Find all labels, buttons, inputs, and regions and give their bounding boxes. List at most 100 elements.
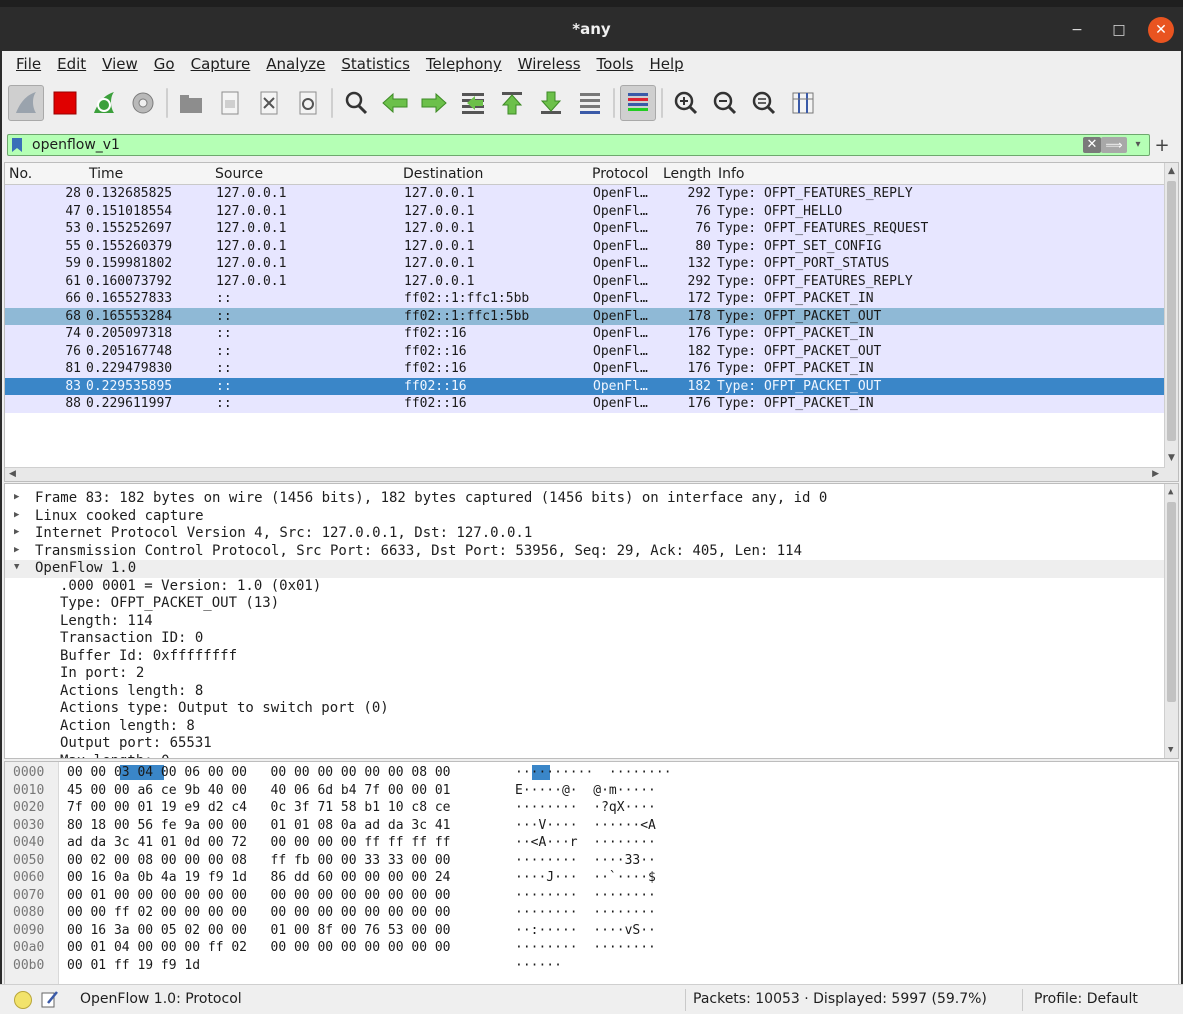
byte-row[interactable]: 0070 00 01 00 00 00 00 00 00 00 00 00 00 …: [5, 888, 705, 906]
byte-row[interactable]: 0080 00 00 ff 02 00 00 00 00 00 00 00 00 …: [5, 905, 705, 923]
resize-columns-icon[interactable]: [785, 85, 821, 121]
detail-tree-item[interactable]: ▶ Internet Protocol Version 4, Src: 127.0…: [5, 525, 1165, 543]
maximize-button[interactable]: □: [1106, 17, 1132, 43]
packet-row[interactable]: 74 0.205097318:: ff02::16 OpenFl… 176 Type: O…: [5, 325, 1165, 343]
detail-field[interactable]: Buffer Id: 0xffffffff: [5, 648, 1165, 666]
packet-row[interactable]: 88 0.229611997:: ff02::16 OpenFl… 176 Type: O…: [5, 395, 1165, 413]
colorize-icon[interactable]: [620, 85, 656, 121]
details-scrollbar[interactable]: ▲ ▼: [1164, 484, 1178, 758]
detail-tree-item[interactable]: ▶ Linux cooked capture: [5, 508, 1165, 526]
expanded-arrow-icon[interactable]: ▼: [14, 562, 19, 572]
menu-tools[interactable]: Tools: [589, 55, 642, 73]
save-file-icon[interactable]: [212, 85, 248, 121]
detail-field[interactable]: Transaction ID: 0: [5, 630, 1165, 648]
menu-telephony[interactable]: Telephony: [418, 55, 510, 73]
last-packet-icon[interactable]: [533, 85, 569, 121]
packet-row[interactable]: 83 0.229535895:: ff02::16 OpenFl… 182 Type: O…: [5, 377, 1165, 395]
zoom-reset-icon[interactable]: [746, 85, 782, 121]
clear-filter-icon[interactable]: ✕: [1083, 137, 1101, 153]
back-arrow-icon[interactable]: [377, 85, 413, 121]
detail-tree-item[interactable]: ▶ Transmission Control Protocol, Src Port…: [5, 543, 1165, 561]
packet-row[interactable]: 47 0.151018554 127.0.0.1 127.0.0.1 OpenFl… 76…: [5, 202, 1165, 220]
packet-row[interactable]: 59 0.159981802 127.0.0.1 127.0.0.1 OpenFl… 13…: [5, 255, 1165, 273]
col-length[interactable]: Length: [663, 166, 715, 182]
profile-status[interactable]: Profile: Default: [1034, 991, 1138, 1007]
byte-row[interactable]: 0050 00 02 00 08 00 00 00 08 ff fb 00 00 …: [5, 853, 705, 871]
detail-field[interactable]: .000 0001 = Version: 1.0 (0x01): [5, 578, 1165, 596]
byte-row[interactable]: 00a0 00 01 04 00 00 00 ff 02 00 00 00 00 …: [5, 940, 705, 958]
byte-row[interactable]: 0060 00 16 0a 0b 4a 19 f9 1d 86 dd 60 00 …: [5, 870, 705, 888]
display-filter-input[interactable]: openflow_v1 ✕ ⟹ ▾: [7, 134, 1150, 156]
options-gear-icon[interactable]: [125, 85, 161, 121]
shark-fin-icon[interactable]: [8, 85, 44, 121]
packet-row[interactable]: 61 0.160073792 127.0.0.1 127.0.0.1 OpenFl… 29…: [5, 272, 1165, 290]
detail-field[interactable]: In port: 2: [5, 665, 1165, 683]
menu-go[interactable]: Go: [146, 55, 183, 73]
col-source[interactable]: Source: [215, 166, 263, 182]
close-file-icon[interactable]: [251, 85, 287, 121]
menu-capture[interactable]: Capture: [183, 55, 259, 73]
packet-row[interactable]: 76 0.205167748:: ff02::16 OpenFl… 182 Type: O…: [5, 342, 1165, 360]
col-destination[interactable]: Destination: [403, 166, 483, 182]
open-folder-icon[interactable]: [173, 85, 209, 121]
packet-row[interactable]: 68 0.165553284:: ff02::1:ffc1:5bb OpenFl… 17…: [5, 307, 1165, 325]
byte-row[interactable]: 0030 80 18 00 56 fe 9a 00 00 01 01 08 0a …: [5, 818, 705, 836]
goto-packet-icon[interactable]: [455, 85, 491, 121]
find-icon[interactable]: [338, 85, 374, 121]
col-protocol[interactable]: Protocol: [592, 166, 648, 182]
detail-field[interactable]: Action length: 8: [5, 718, 1165, 736]
capture-comment-icon[interactable]: [40, 989, 60, 1013]
collapsed-arrow-icon[interactable]: ▶: [14, 545, 19, 555]
zoom-in-icon[interactable]: [668, 85, 704, 121]
zoom-out-icon[interactable]: [707, 85, 743, 121]
collapsed-arrow-icon[interactable]: ▶: [14, 510, 19, 520]
byte-row[interactable]: 0090 00 16 3a 00 05 02 00 00 01 00 8f 00 …: [5, 923, 705, 941]
collapsed-arrow-icon[interactable]: ▶: [14, 492, 19, 502]
menu-statistics[interactable]: Statistics: [333, 55, 418, 73]
apply-filter-icon[interactable]: ⟹: [1101, 137, 1127, 153]
packet-row[interactable]: 28 0.132685825 127.0.0.1 127.0.0.1 OpenFl… 29…: [5, 185, 1165, 203]
detail-field[interactable]: Actions length: 8: [5, 683, 1165, 701]
packet-list-hscrollbar[interactable]: ◀ ▶: [5, 467, 1165, 481]
detail-field[interactable]: Max length: 0: [5, 753, 1165, 759]
menu-file[interactable]: File: [8, 55, 49, 73]
packet-list-scrollbar[interactable]: ▲ ▼: [1164, 163, 1178, 481]
detail-field[interactable]: Actions type: Output to switch port (0): [5, 700, 1165, 718]
forward-arrow-icon[interactable]: [416, 85, 452, 121]
packet-row[interactable]: 81 0.229479830:: ff02::16 OpenFl… 176 Type: O…: [5, 360, 1165, 378]
menu-view[interactable]: View: [94, 55, 146, 73]
first-packet-icon[interactable]: [494, 85, 530, 121]
minimize-button[interactable]: −: [1064, 17, 1090, 43]
detail-field[interactable]: Output port: 65531: [5, 735, 1165, 753]
byte-row[interactable]: 0040 ad da 3c 41 01 0d 00 72 00 00 00 00 …: [5, 835, 705, 853]
autoscroll-icon[interactable]: [572, 85, 608, 121]
restart-icon[interactable]: [86, 85, 122, 121]
reload-icon[interactable]: [290, 85, 326, 121]
collapsed-arrow-icon[interactable]: ▶: [14, 527, 19, 537]
col-time[interactable]: Time: [89, 166, 123, 182]
menu-edit[interactable]: Edit: [49, 55, 94, 73]
col-info[interactable]: Info: [718, 166, 745, 182]
packet-row[interactable]: 53 0.155252697 127.0.0.1 127.0.0.1 OpenFl… 76…: [5, 220, 1165, 238]
menu-analyze[interactable]: Analyze: [258, 55, 333, 73]
detail-tree-item[interactable]: ▼ OpenFlow 1.0: [5, 560, 1165, 578]
byte-row[interactable]: 0020 7f 00 00 01 19 e9 d2 c4 0c 3f 71 58 …: [5, 800, 705, 818]
expert-info-icon[interactable]: [14, 991, 32, 1009]
add-filter-button[interactable]: +: [1150, 135, 1174, 156]
stop-icon[interactable]: [47, 85, 83, 121]
col-no[interactable]: No.: [9, 166, 32, 182]
packet-row[interactable]: 66 0.165527833:: ff02::1:ffc1:5bb OpenFl… 17…: [5, 290, 1165, 308]
details-scroll-thumb[interactable]: [1167, 502, 1176, 702]
detail-field[interactable]: Length: 114: [5, 613, 1165, 631]
packet-row[interactable]: 55 0.155260379 127.0.0.1 127.0.0.1 OpenFl… 80…: [5, 237, 1165, 255]
byte-row[interactable]: 0010 45 00 00 a6 ce 9b 40 00 40 06 6d b4 …: [5, 783, 705, 801]
byte-row[interactable]: 0000 00 00 03 04 00 06 00 00 00 00 00 00 …: [5, 765, 705, 783]
close-button[interactable]: ✕: [1148, 17, 1174, 43]
bookmark-icon[interactable]: [8, 136, 26, 154]
byte-row[interactable]: 00b0 00 01 ff 19 f9 1d ······: [5, 958, 705, 976]
detail-tree-item[interactable]: ▶ Frame 83: 182 bytes on wire (1456 bits)…: [5, 490, 1165, 508]
packet-list-scroll-thumb[interactable]: [1167, 181, 1176, 441]
filter-dropdown-icon[interactable]: ▾: [1131, 137, 1145, 153]
detail-field[interactable]: Type: OFPT_PACKET_OUT (13): [5, 595, 1165, 613]
menu-wireless[interactable]: Wireless: [510, 55, 589, 73]
